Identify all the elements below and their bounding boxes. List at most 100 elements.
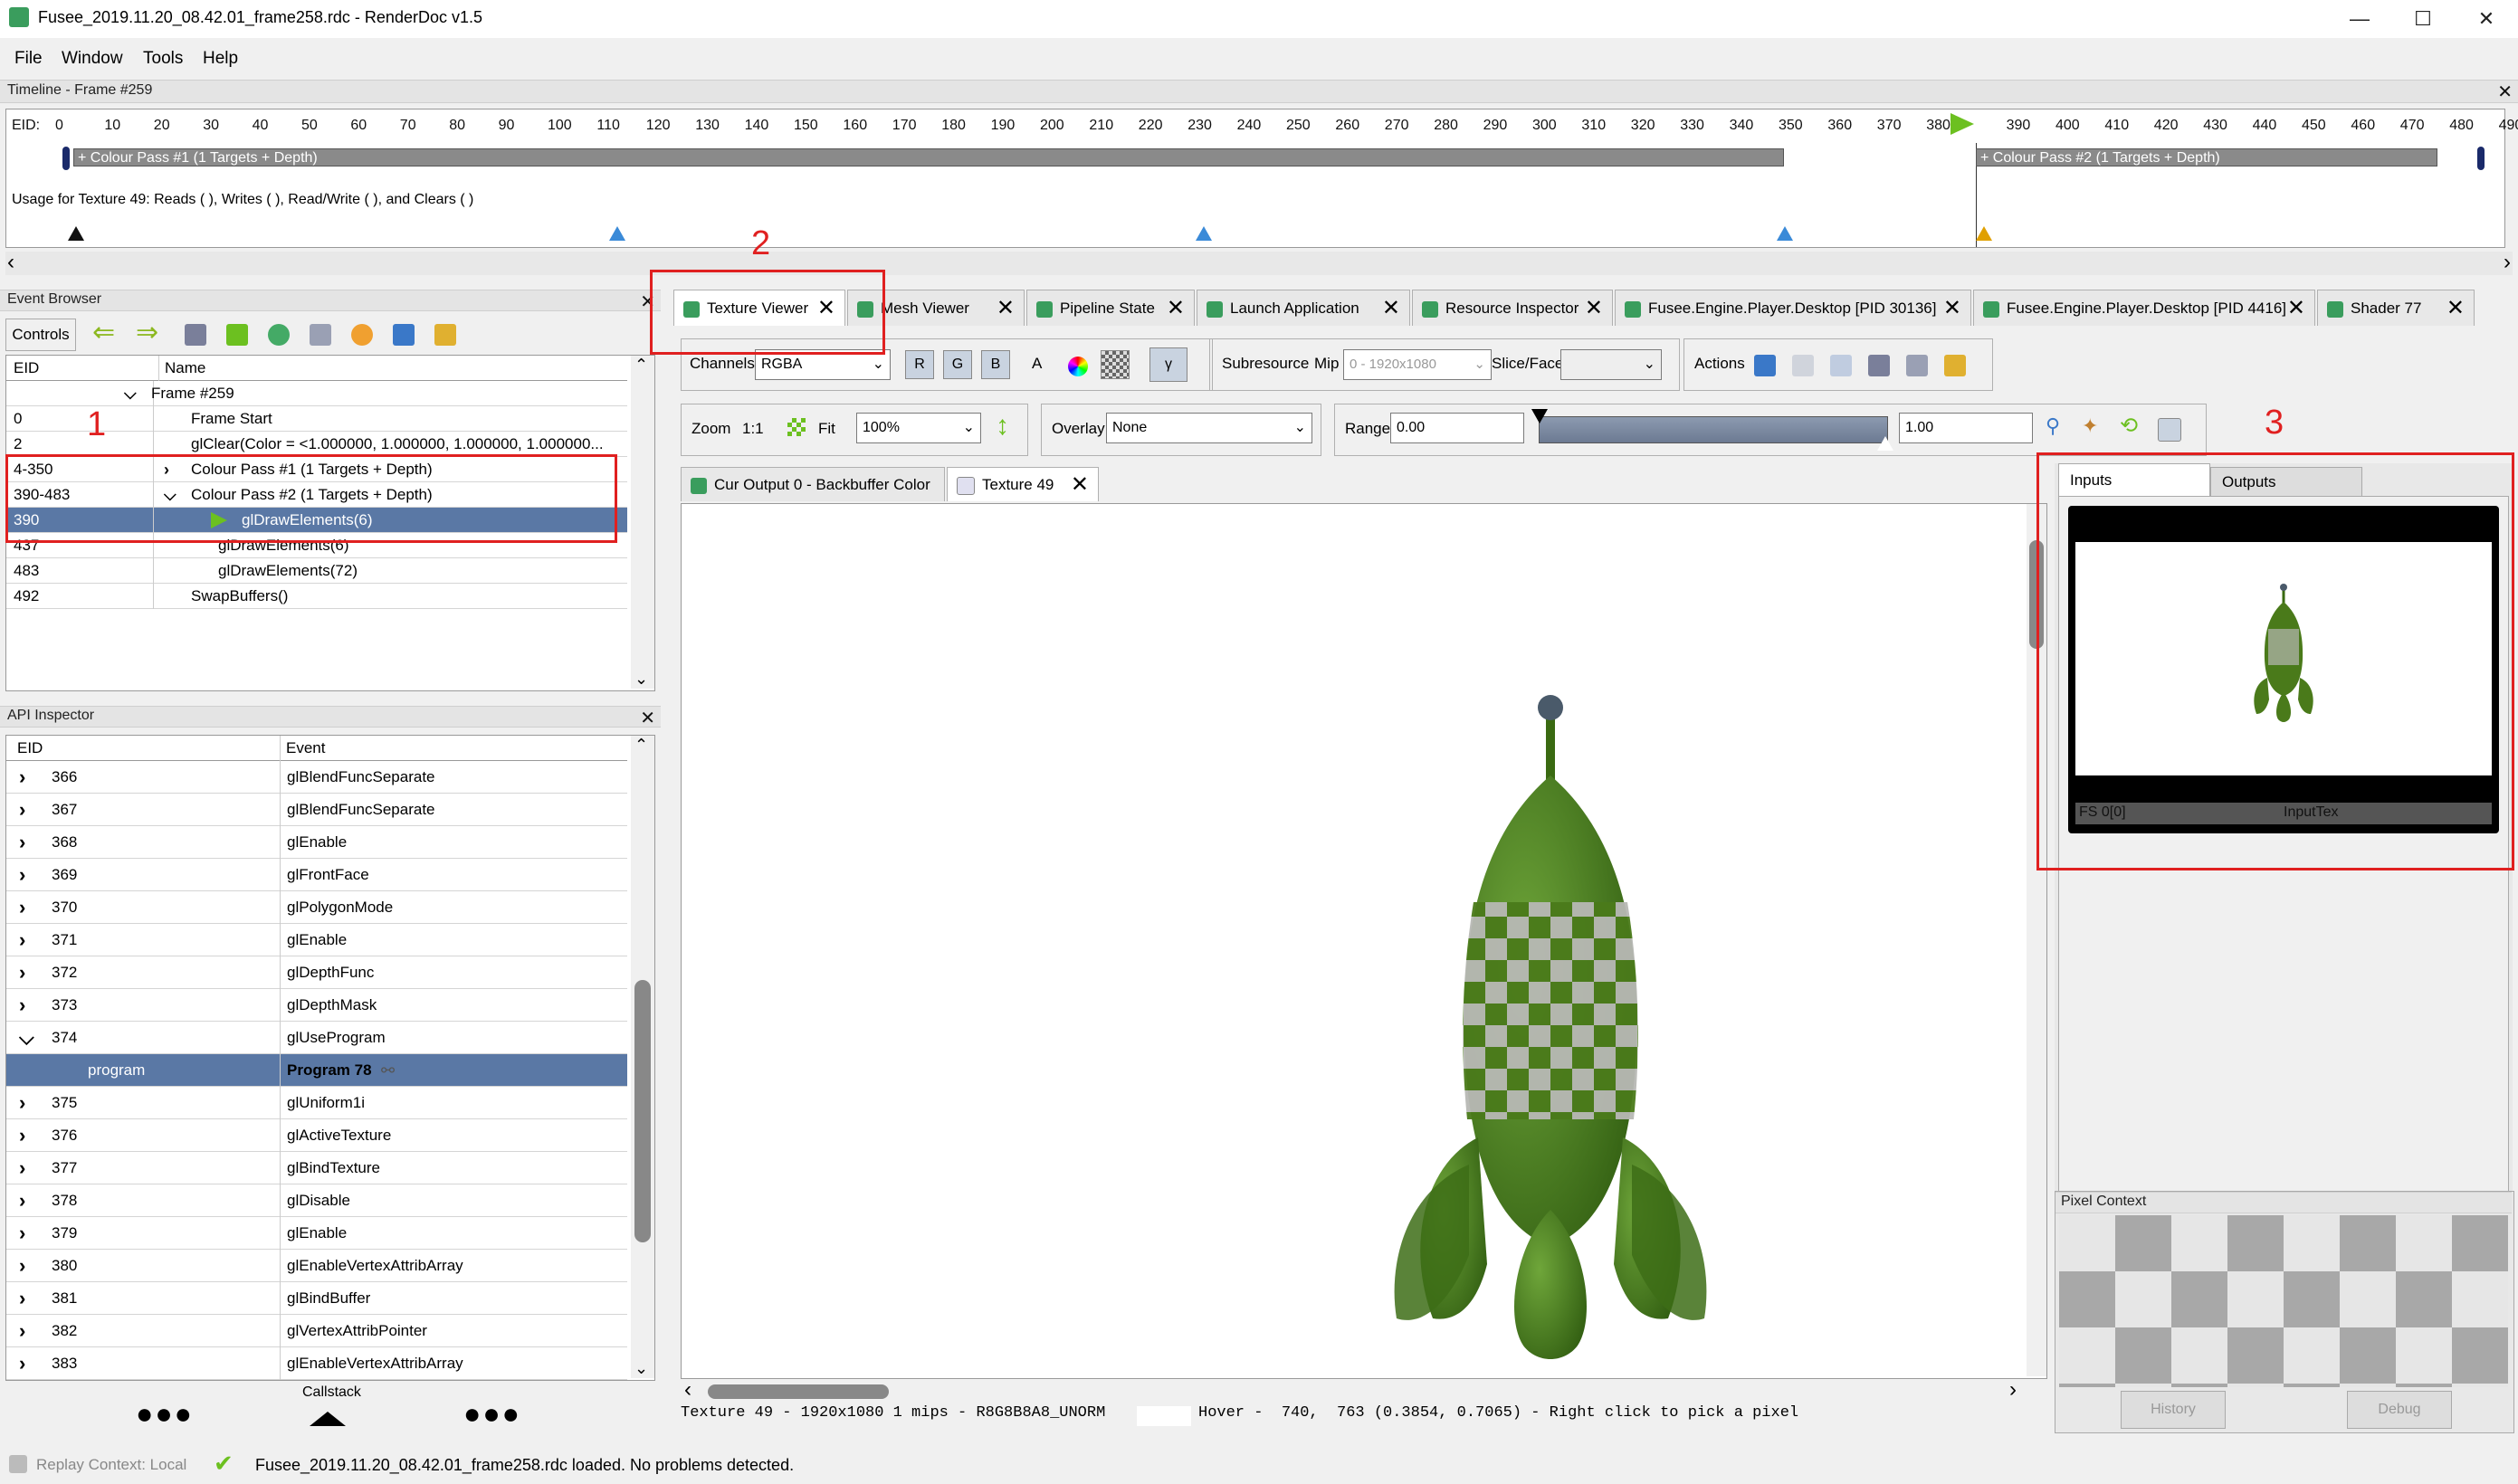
close-tab-icon[interactable]: ✕ bbox=[2287, 290, 2305, 327]
main-tab[interactable]: Pipeline State ✕ bbox=[1026, 290, 1195, 326]
history-button[interactable]: History bbox=[2121, 1391, 2226, 1429]
reset-range-icon[interactable]: ⟲ bbox=[2120, 413, 2138, 439]
range-histogram[interactable] bbox=[1539, 416, 1888, 443]
close-tab-icon[interactable]: ✕ bbox=[1585, 290, 1603, 327]
scroll-right-icon[interactable]: › bbox=[2009, 1377, 2017, 1403]
api-tree-scrollbar[interactable]: ⌃ ⌄ bbox=[631, 736, 654, 1378]
chevron-right-icon[interactable]: › bbox=[19, 1315, 25, 1347]
chevron-right-icon[interactable]: › bbox=[19, 1184, 25, 1217]
texture-hscrollbar[interactable]: ‹ › bbox=[681, 1377, 2020, 1403]
api-row[interactable]: › 382 glVertexAttribPointer bbox=[6, 1315, 627, 1347]
scroll-up-icon[interactable]: ⌃ bbox=[634, 736, 648, 755]
menu-file[interactable]: File bbox=[14, 49, 43, 69]
close-tab-icon[interactable]: ✕ bbox=[1382, 290, 1400, 327]
menu-help[interactable]: Help bbox=[203, 49, 238, 69]
event-row[interactable]: 492 SwapBuffers() bbox=[6, 584, 627, 609]
slice-face-select[interactable]: ⌄ bbox=[1560, 349, 1662, 380]
scroll-right-icon[interactable]: › bbox=[2504, 250, 2511, 275]
link-icon[interactable]: ⚯ bbox=[381, 1054, 395, 1087]
api-row[interactable]: program Program 78 ⚯ bbox=[6, 1054, 627, 1087]
scroll-thumb[interactable] bbox=[634, 980, 651, 1242]
channel-a-toggle[interactable]: A bbox=[1032, 355, 1042, 373]
chevron-right-icon[interactable]: › bbox=[19, 761, 25, 794]
main-tab[interactable]: Launch Application ✕ bbox=[1197, 290, 1410, 326]
chevron-right-icon[interactable]: › bbox=[19, 1347, 25, 1380]
open-icon[interactable] bbox=[1830, 355, 1852, 376]
replay-context-label[interactable]: Replay Context: Local bbox=[36, 1456, 186, 1474]
debug-button[interactable]: Debug bbox=[2347, 1391, 2452, 1429]
maximize-button[interactable]: ☐ bbox=[2391, 0, 2455, 38]
close-api-inspector-icon[interactable]: ✕ bbox=[640, 707, 655, 729]
pixel-context-grid[interactable] bbox=[2059, 1215, 2508, 1387]
overlay-select[interactable]: None ⌄ bbox=[1106, 413, 1312, 443]
auto-fit-wand-icon[interactable]: ✦ bbox=[2082, 414, 2098, 438]
zoom-range-icon[interactable]: ⚲ bbox=[2046, 414, 2060, 438]
copy-icon[interactable] bbox=[1792, 355, 1814, 376]
col-eid[interactable]: EID bbox=[17, 736, 43, 761]
api-row[interactable]: › 366 glBlendFuncSeparate bbox=[6, 761, 627, 794]
chevron-right-icon[interactable]: › bbox=[19, 1152, 25, 1184]
chevron-right-icon[interactable]: › bbox=[19, 1087, 25, 1119]
find-binoculars-icon[interactable] bbox=[1868, 355, 1890, 376]
chevron-right-icon[interactable]: › bbox=[19, 891, 25, 924]
api-row[interactable]: › 372 glDepthFunc bbox=[6, 956, 627, 989]
scroll-left-icon[interactable]: ‹ bbox=[684, 1377, 691, 1403]
save-texture-icon[interactable] bbox=[1754, 355, 1776, 376]
menu-window[interactable]: Window bbox=[62, 49, 123, 69]
back-arrow-icon[interactable]: ⇐ bbox=[92, 317, 115, 348]
range-max-input[interactable]: 1.00 bbox=[1899, 413, 2033, 443]
fit-icon[interactable] bbox=[787, 418, 806, 436]
write-marker[interactable] bbox=[1777, 226, 1793, 241]
close-tab-icon[interactable]: ✕ bbox=[1071, 468, 1089, 502]
chevron-right-icon[interactable]: › bbox=[19, 956, 25, 989]
col-name[interactable]: Name bbox=[158, 356, 205, 381]
color-wheel-icon[interactable] bbox=[1068, 357, 1088, 376]
event-tree-scrollbar[interactable]: ⌃ ⌄ bbox=[631, 356, 654, 689]
minimize-button[interactable]: — bbox=[2328, 0, 2391, 38]
more-right-icon[interactable]: ●●● bbox=[463, 1397, 521, 1431]
checkerboard-icon[interactable] bbox=[1101, 350, 1130, 379]
close-tab-icon[interactable]: ✕ bbox=[2446, 290, 2465, 327]
settings-sun-icon[interactable] bbox=[351, 324, 373, 346]
fit-button[interactable]: Fit bbox=[818, 420, 835, 438]
col-eid[interactable]: EID bbox=[14, 356, 39, 381]
chevron-right-icon[interactable]: › bbox=[19, 1282, 25, 1315]
chevron-right-icon[interactable]: › bbox=[19, 859, 25, 891]
zoom-select[interactable]: 100% ⌄ bbox=[856, 413, 981, 443]
puzzle-icon[interactable] bbox=[1944, 355, 1966, 376]
api-row[interactable]: › 369 glFrontFace bbox=[6, 859, 627, 891]
api-row[interactable]: › 378 glDisable bbox=[6, 1184, 627, 1217]
clear-marker[interactable] bbox=[68, 226, 84, 241]
tab-texture-49[interactable]: Texture 49 ✕ bbox=[947, 467, 1099, 501]
main-tab[interactable]: Shader 77 ✕ bbox=[2317, 290, 2475, 326]
api-row[interactable]: › 377 glBindTexture bbox=[6, 1152, 627, 1184]
texture-display[interactable] bbox=[681, 503, 2047, 1379]
api-row[interactable]: › 370 glPolygonMode bbox=[6, 891, 627, 924]
api-row[interactable]: › 379 glEnable bbox=[6, 1217, 627, 1250]
flip-vertical-icon[interactable]: ↕ bbox=[996, 411, 1009, 442]
chevron-right-icon[interactable]: › bbox=[19, 989, 25, 1022]
scroll-down-icon[interactable]: ⌄ bbox=[634, 1359, 648, 1378]
puzzle-icon[interactable] bbox=[434, 324, 456, 346]
mip-select[interactable]: 0 - 1920x1080 ⌄ bbox=[1343, 349, 1492, 380]
api-row[interactable]: › 373 glDepthMask bbox=[6, 989, 627, 1022]
api-row[interactable]: › 375 glUniform1i bbox=[6, 1087, 627, 1119]
chevron-right-icon[interactable]: › bbox=[19, 1119, 25, 1152]
timeline-scrollbar[interactable]: ‹ › bbox=[5, 250, 2513, 275]
histogram-icon[interactable] bbox=[2158, 418, 2181, 442]
chevron-down-icon[interactable]: ⌵ bbox=[19, 1022, 34, 1054]
chevron-right-icon[interactable]: › bbox=[19, 924, 25, 956]
close-tab-icon[interactable]: ✕ bbox=[1167, 290, 1185, 327]
read-marker[interactable] bbox=[1976, 226, 1992, 241]
write-marker[interactable] bbox=[1196, 226, 1212, 241]
scroll-down-icon[interactable]: ⌄ bbox=[634, 670, 648, 689]
close-window-button[interactable]: ✕ bbox=[2455, 0, 2518, 38]
channel-b-toggle[interactable]: B bbox=[981, 350, 1010, 379]
chevron-right-icon[interactable]: › bbox=[19, 1217, 25, 1250]
zoom-1to1-button[interactable]: 1:1 bbox=[742, 420, 764, 438]
save-icon[interactable] bbox=[393, 324, 415, 346]
timeline-ruler[interactable]: EID: 0 10 20 30 40 50 60 70 80 90 100 110 120 130 140 1… bbox=[5, 109, 2518, 145]
write-marker[interactable] bbox=[609, 226, 625, 241]
col-event[interactable]: Event bbox=[280, 736, 325, 761]
channel-g-toggle[interactable]: G bbox=[943, 350, 972, 379]
